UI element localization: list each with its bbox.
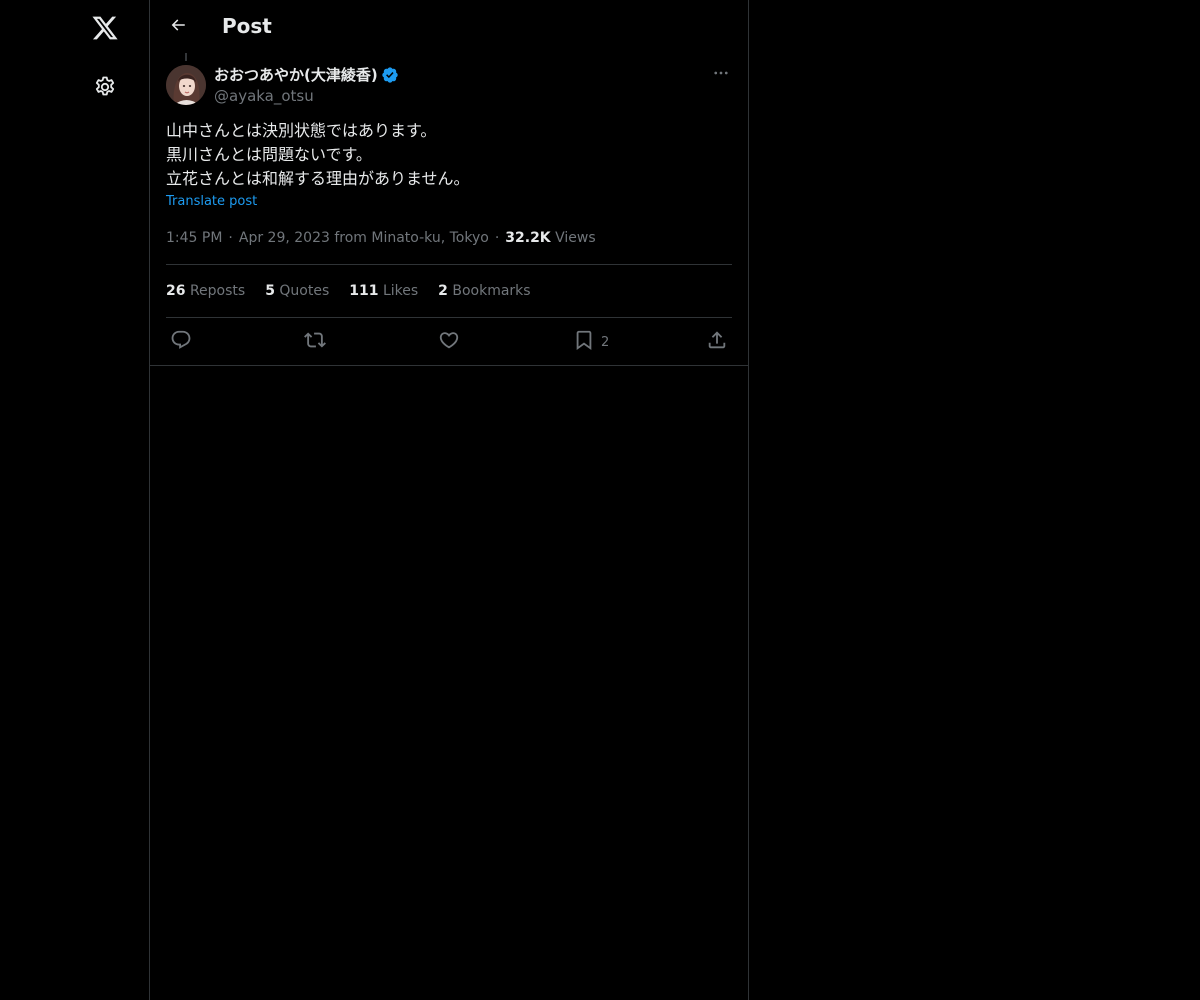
share-icon	[706, 329, 728, 355]
post-meta: 1:45 PM · Apr 29, 2023 from Minato-ku, Tok…	[166, 228, 596, 248]
bookmark-button[interactable]: 2	[573, 328, 609, 356]
post-actions: 2	[166, 328, 732, 356]
post-text: 山中さんとは決別状態ではあります。 黒川さんとは問題ないです。 立花さんとは和解…	[166, 119, 732, 191]
author-name-row: おおつあやか(大津綾香)	[214, 65, 399, 85]
header: Post	[150, 0, 748, 53]
reposts-count: 26	[166, 283, 186, 299]
share-button[interactable]	[706, 328, 728, 356]
bookmark-count: 2	[601, 334, 610, 350]
post-stats: 26 Reposts 5 Quotes 111 Likes 2 Bookmark…	[166, 281, 551, 301]
post: おおつあやか(大津綾香) @ayaka_otsu 山中さんとは決別状態ではありま…	[150, 53, 748, 366]
post-date-location[interactable]: Apr 29, 2023 from Minato-ku, Tokyo	[239, 230, 489, 246]
meta-separator: ·	[494, 230, 500, 246]
likes-label: Likes	[382, 283, 419, 299]
more-horizontal-icon	[712, 64, 730, 86]
likes-count: 111	[349, 283, 379, 299]
translate-post-link[interactable]: Translate post	[166, 193, 257, 211]
post-text-line: 黒川さんとは問題ないです。	[166, 145, 372, 164]
repost-icon	[304, 329, 326, 355]
like-button[interactable]	[438, 328, 460, 356]
likes-stat[interactable]: 111 Likes	[349, 281, 418, 301]
views-count: 32.2K	[505, 230, 551, 246]
post-text-line: 山中さんとは決別状態ではあります。	[166, 121, 437, 140]
quotes-count: 5	[265, 283, 275, 299]
more-button[interactable]	[706, 63, 736, 87]
bookmark-icon	[573, 329, 595, 355]
quotes-stat[interactable]: 5 Quotes	[265, 281, 329, 301]
author-handle[interactable]: @ayaka_otsu	[214, 86, 399, 106]
page: Post おおつあやか(大津綾香) @ayaka_otsu 山中さんとは決別状態…	[0, 0, 1200, 1000]
divider	[166, 317, 732, 318]
reposts-stat[interactable]: 26 Reposts	[166, 281, 245, 301]
reply-icon	[170, 329, 192, 355]
author-info: おおつあやか(大津綾香) @ayaka_otsu	[214, 65, 399, 106]
main-column: Post おおつあやか(大津綾香) @ayaka_otsu 山中さんとは決別状態…	[149, 0, 749, 1000]
meta-separator: ·	[228, 230, 233, 246]
x-logo-icon[interactable]	[85, 8, 125, 48]
thread-line	[185, 53, 187, 61]
reply-button[interactable]	[170, 328, 192, 356]
verified-badge-icon[interactable]	[381, 66, 399, 84]
heart-icon	[438, 329, 460, 355]
bookmarks-stat[interactable]: 2 Bookmarks	[438, 281, 530, 301]
left-nav	[0, 0, 149, 1000]
gear-icon[interactable]	[85, 67, 125, 107]
divider	[166, 264, 732, 265]
reposts-label: Reposts	[189, 283, 246, 299]
views-label: Views	[555, 230, 596, 246]
avatar[interactable]	[166, 65, 206, 105]
page-title: Post	[222, 14, 272, 38]
author-display-name[interactable]: おおつあやか(大津綾香)	[214, 65, 378, 85]
repost-button[interactable]	[304, 328, 326, 356]
post-text-line: 立花さんとは和解する理由がありません。	[166, 169, 470, 188]
bookmarks-count: 2	[438, 283, 448, 299]
arrow-left-icon	[169, 16, 187, 38]
post-time[interactable]: 1:45 PM	[166, 230, 222, 246]
bookmarks-label: Bookmarks	[452, 283, 531, 299]
quotes-label: Quotes	[279, 283, 330, 299]
back-button[interactable]	[161, 10, 195, 44]
